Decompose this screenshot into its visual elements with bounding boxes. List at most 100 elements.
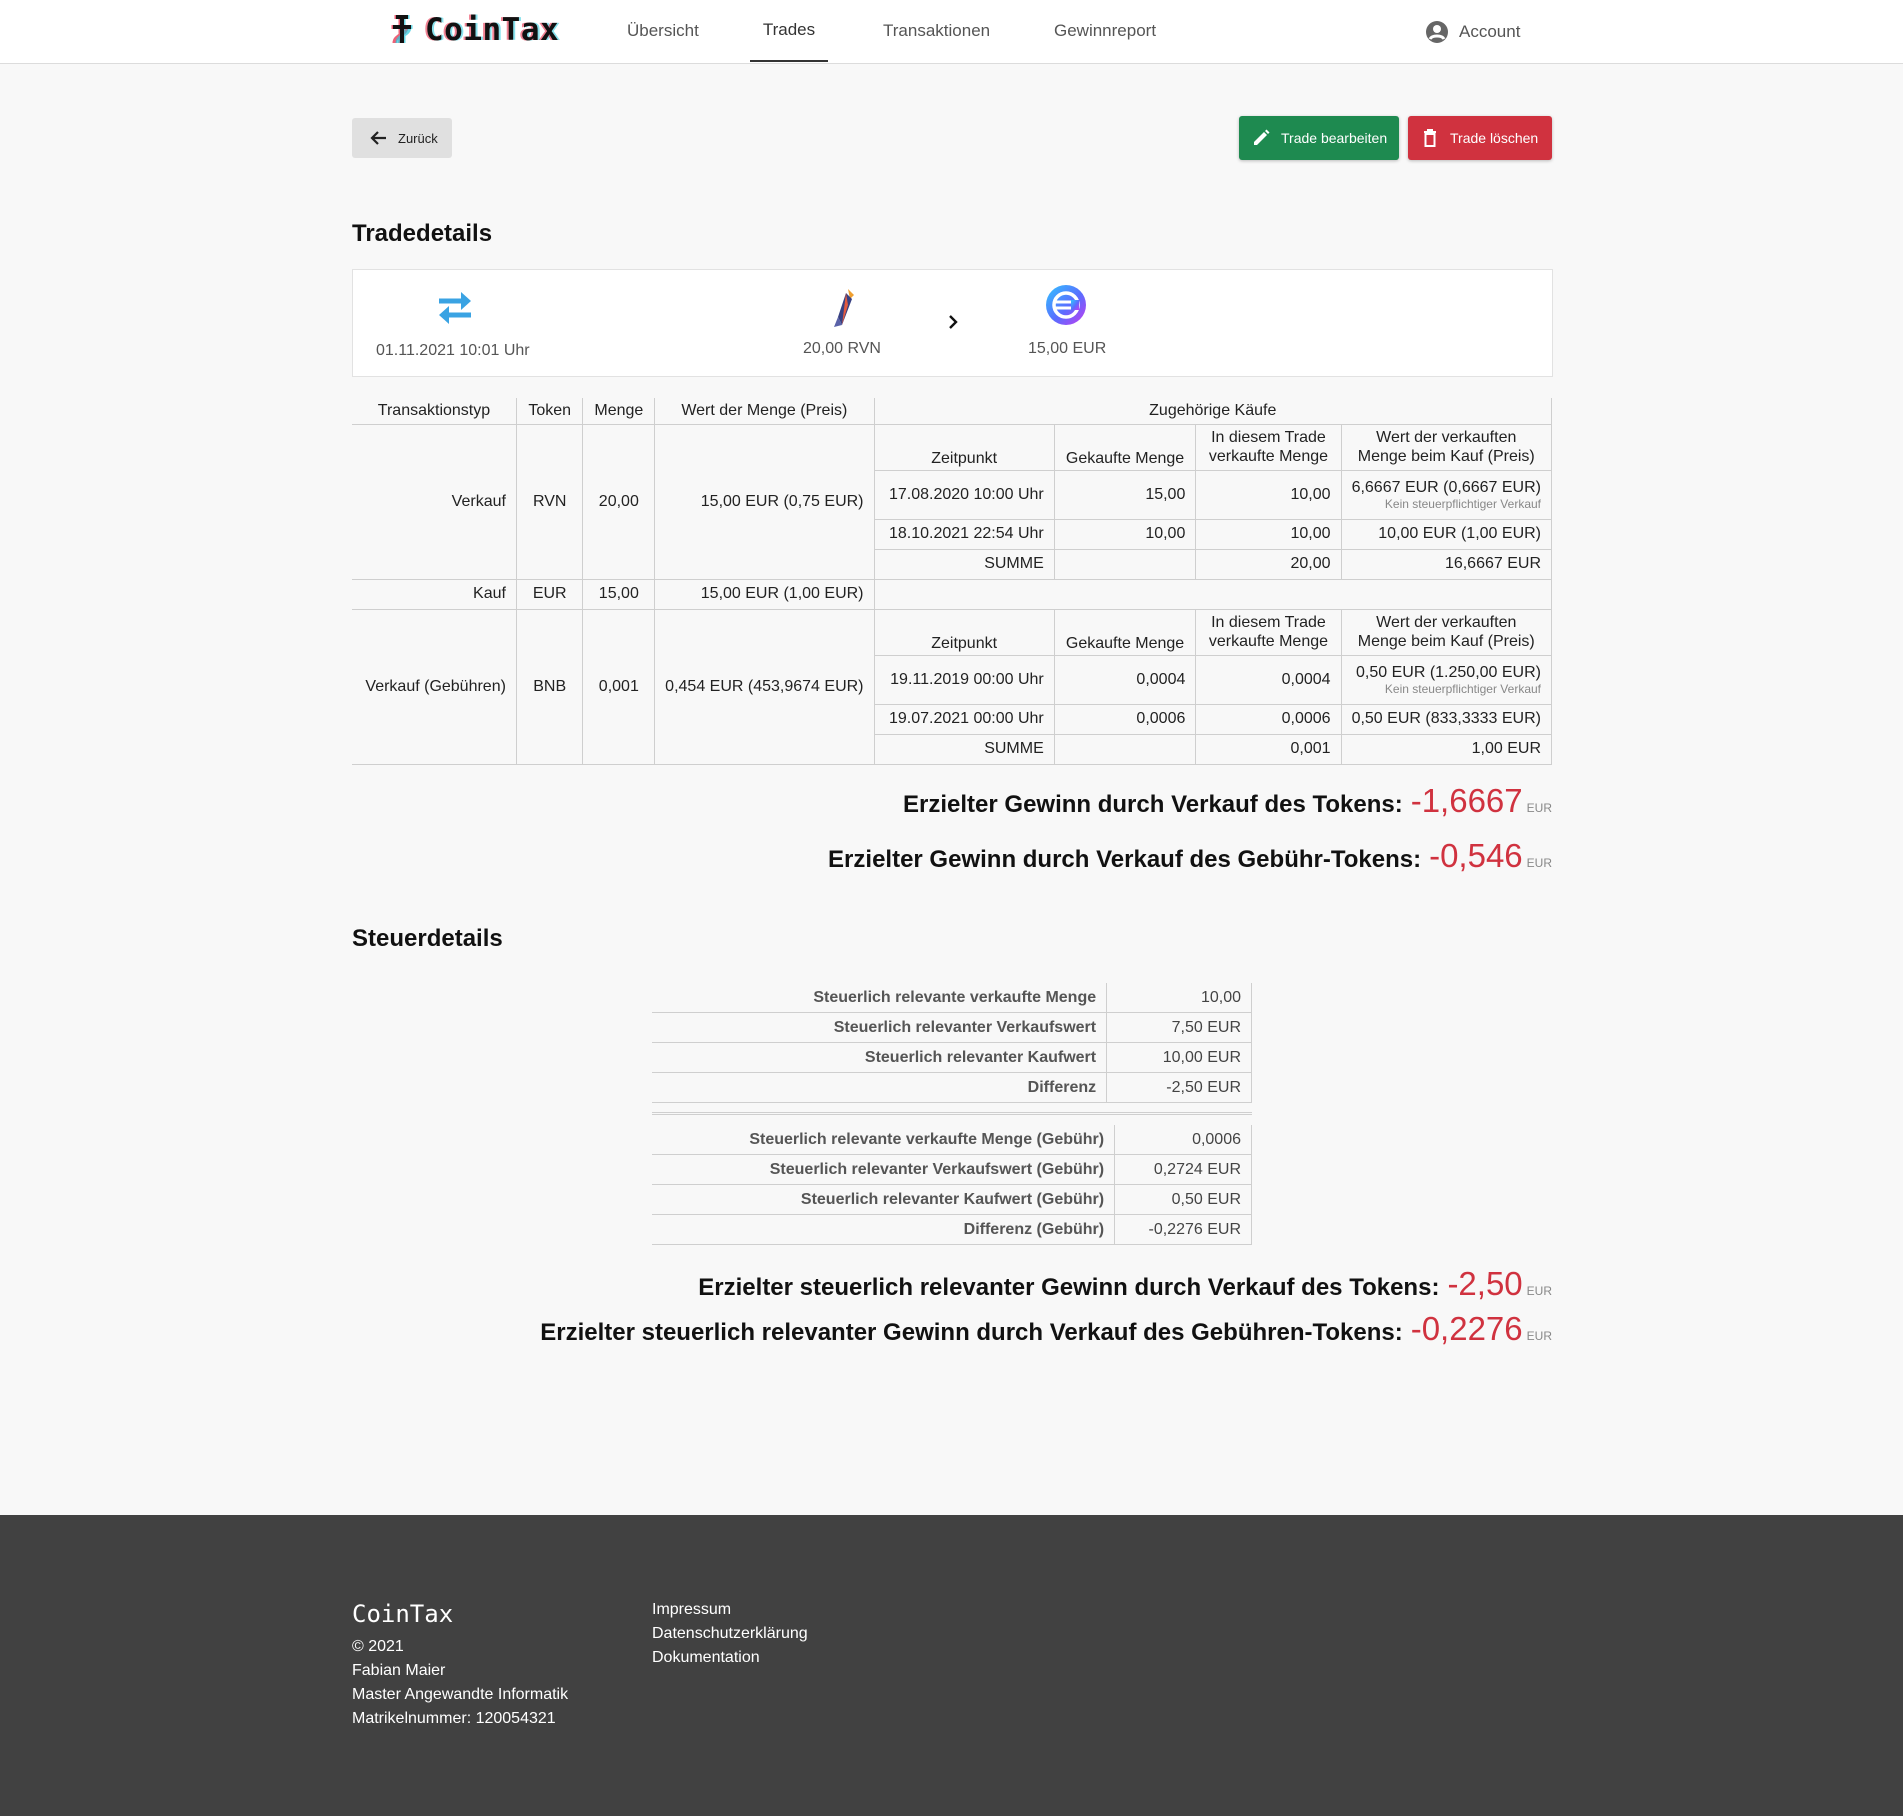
back-label: Zurück: [398, 130, 438, 146]
tax-gain-token-value: -2,50: [1447, 1265, 1523, 1302]
euro-token-icon: [1046, 285, 1086, 325]
delete-trade-button[interactable]: Trade löschen: [1408, 116, 1552, 160]
table-row: Verkauf (Gebühren) BNB 0,001 0,454 EUR (…: [352, 609, 1553, 765]
gain-fee-label: Erzielter Gewinn durch Verkauf des Gebüh…: [828, 846, 1422, 873]
row-token: RVN: [516, 424, 584, 580]
purchase-verkauft: 10,00: [1195, 519, 1342, 550]
nav-trades[interactable]: Trades: [750, 0, 828, 62]
col-header-token: Token: [516, 398, 584, 425]
row-wert: 15,00 EUR (1,00 EUR): [654, 579, 875, 610]
purchase-wert-cell: 6,6667 EUR (0,6667 EUR) Kein steuerpflich…: [1341, 470, 1553, 520]
nav-transaktionen[interactable]: Transaktionen: [883, 0, 990, 60]
tax-divider: [652, 1112, 1252, 1115]
row-wert: 15,00 EUR (0,75 EUR): [654, 424, 875, 580]
sub-header-zeitpunkt: Zeitpunkt: [874, 609, 1055, 656]
tax-row: Steuerlich relevante verkaufte Menge 10,…: [652, 983, 1252, 1013]
trade-from-amount: 20,00 RVN: [803, 340, 881, 357]
purchase-zeit: 18.10.2021 22:54 Uhr: [874, 519, 1055, 550]
brand-logo[interactable]: CoinTax: [387, 10, 559, 50]
sum-wert: 1,00 EUR: [1341, 734, 1553, 765]
col-header-typ: Transaktionstyp: [352, 398, 517, 425]
tax-token-table: Steuerlich relevante verkaufte Menge 10,…: [652, 983, 1252, 1103]
sub-header-verkauft: In diesem Trade verkaufte Menge: [1195, 609, 1342, 656]
swap-arrows-icon: [439, 292, 471, 324]
tax-gain-fee-label: Erzielter steuerlich relevanter Gewinn d…: [540, 1319, 1403, 1346]
row-menge: 0,001: [582, 609, 656, 765]
sub-header-verkauft-line2: verkaufte Menge: [1208, 633, 1329, 650]
purchase-verkauft: 0,0004: [1195, 655, 1342, 705]
trade-to-amount: 15,00 EUR: [1028, 340, 1107, 357]
sub-header-wert-line1: Wert der verkauften: [1376, 429, 1517, 446]
tax-value: -0,2276 EUR: [1114, 1214, 1252, 1245]
purchase-zeit: 19.07.2021 00:00 Uhr: [874, 704, 1055, 735]
col-header-wert: Wert der Menge (Preis): [654, 398, 875, 425]
purchase-wert: 10,00 EUR (1,00 EUR): [1341, 519, 1553, 550]
footer-brand: CoinTax: [352, 1600, 454, 1628]
sum-verkauft: 20,00: [1195, 549, 1342, 580]
purchase-wert: 0,50 EUR (1.250,00 EUR): [1356, 663, 1541, 681]
purchase-gekauft: 0,0004: [1054, 655, 1197, 705]
purchase-wert: 6,6667 EUR (0,6667 EUR): [1351, 478, 1541, 496]
purchase-note: Kein steuerpflichtiger Verkauf: [1384, 496, 1541, 511]
footer-link-dokumentation[interactable]: Dokumentation: [652, 1649, 760, 1667]
footer-copyright: © 2021: [352, 1638, 404, 1655]
sub-header-verkauft-line1: In diesem Trade: [1211, 614, 1326, 631]
tax-gain-token-label: Erzielter steuerlich relevanter Gewinn d…: [698, 1274, 1440, 1301]
tax-value: 0,50 EUR: [1114, 1184, 1252, 1215]
tax-row: Steuerlich relevante verkaufte Menge (Ge…: [652, 1125, 1252, 1155]
trade-transactions-table: Transaktionstyp Token Menge Wert der Men…: [352, 398, 1553, 765]
tax-gain-fee-value: -0,2276: [1410, 1310, 1523, 1347]
sum-verkauft: 0,001: [1195, 734, 1342, 765]
footer-author: Fabian Maier: [352, 1662, 446, 1679]
footer-link-impressum[interactable]: Impressum: [652, 1601, 731, 1619]
tax-label: Steuerlich relevante verkaufte Menge: [652, 983, 1108, 1013]
tax-label: Differenz: [652, 1072, 1108, 1103]
tax-label: Steuerlich relevanter Kaufwert: [652, 1042, 1108, 1073]
sub-header-wert-line1: Wert der verkauften: [1376, 614, 1517, 631]
col-header-menge: Menge: [582, 398, 656, 425]
tax-label: Steuerlich relevanter Verkaufswert: [652, 1012, 1108, 1043]
sum-gekauft-empty: [1054, 549, 1197, 580]
edit-trade-button[interactable]: Trade bearbeiten: [1239, 116, 1399, 160]
sub-header-wert-line2: Menge beim Kauf (Preis): [1357, 633, 1535, 650]
tax-gain-token-unit: EUR: [1526, 1284, 1552, 1298]
purchase-verkauft: 0,0006: [1195, 704, 1342, 735]
table-row: Verkauf RVN 20,00 15,00 EUR (0,75 EUR) Z…: [352, 424, 1553, 580]
footer-link-datenschutz[interactable]: Datenschutzerklärung: [652, 1625, 808, 1643]
row-wert: 0,454 EUR (453,9674 EUR): [654, 609, 875, 765]
sub-header-gekauft: Gekaufte Menge: [1054, 424, 1197, 471]
tradedetails-heading: Tradedetails: [352, 220, 493, 247]
sum-label: SUMME: [874, 734, 1055, 765]
gain-token-line: Erzielter Gewinn durch Verkauf des Token…: [903, 782, 1552, 820]
purchase-wert-cell: 0,50 EUR (1.250,00 EUR) Kein steuerpflich…: [1341, 655, 1553, 705]
tax-value: -2,50 EUR: [1106, 1072, 1252, 1103]
row-token: BNB: [516, 609, 584, 765]
account-menu[interactable]: Account: [1425, 20, 1520, 44]
back-button[interactable]: Zurück: [352, 118, 452, 158]
steuerdetails-heading: Steuerdetails: [352, 925, 503, 952]
tax-row: Differenz (Gebühr) -0,2276 EUR: [652, 1214, 1252, 1245]
edit-trade-label: Trade bearbeiten: [1281, 130, 1388, 146]
sub-header-verkauft-line2: verkaufte Menge: [1208, 448, 1329, 465]
purchase-gekauft: 0,0006: [1054, 704, 1197, 735]
sub-header-gekauft: Gekaufte Menge: [1054, 609, 1197, 656]
row-menge: 15,00: [582, 579, 656, 610]
col-header-zugehoerig: Zugehörige Käufe: [874, 398, 1552, 425]
nav-gewinnreport[interactable]: Gewinnreport: [1054, 0, 1156, 60]
purchase-gekauft: 10,00: [1054, 519, 1197, 550]
purchase-note: Kein steuerpflichtiger Verkauf: [1384, 681, 1541, 696]
nav-uebersicht[interactable]: Übersicht: [627, 0, 699, 60]
tax-row: Steuerlich relevanter Verkaufswert 7,50 …: [652, 1012, 1252, 1043]
tax-gain-fee-unit: EUR: [1526, 1329, 1552, 1343]
footer-matrikel: Matrikelnummer: 120054321: [352, 1710, 556, 1727]
row-token: EUR: [516, 579, 584, 610]
arrow-left-icon: [370, 131, 386, 145]
tax-row: Differenz -2,50 EUR: [652, 1072, 1252, 1103]
row-typ: Verkauf (Gebühren): [352, 609, 517, 765]
tax-value: 7,50 EUR: [1106, 1012, 1252, 1043]
purchase-wert: 0,50 EUR (833,3333 EUR): [1341, 704, 1553, 735]
top-navbar: CoinTax Übersicht Trades Transaktionen G…: [0, 0, 1903, 64]
gain-fee-value: -0,546: [1429, 837, 1523, 874]
tax-label: Steuerlich relevante verkaufte Menge (Ge…: [652, 1125, 1116, 1155]
gain-token-value: -1,6667: [1410, 782, 1523, 819]
